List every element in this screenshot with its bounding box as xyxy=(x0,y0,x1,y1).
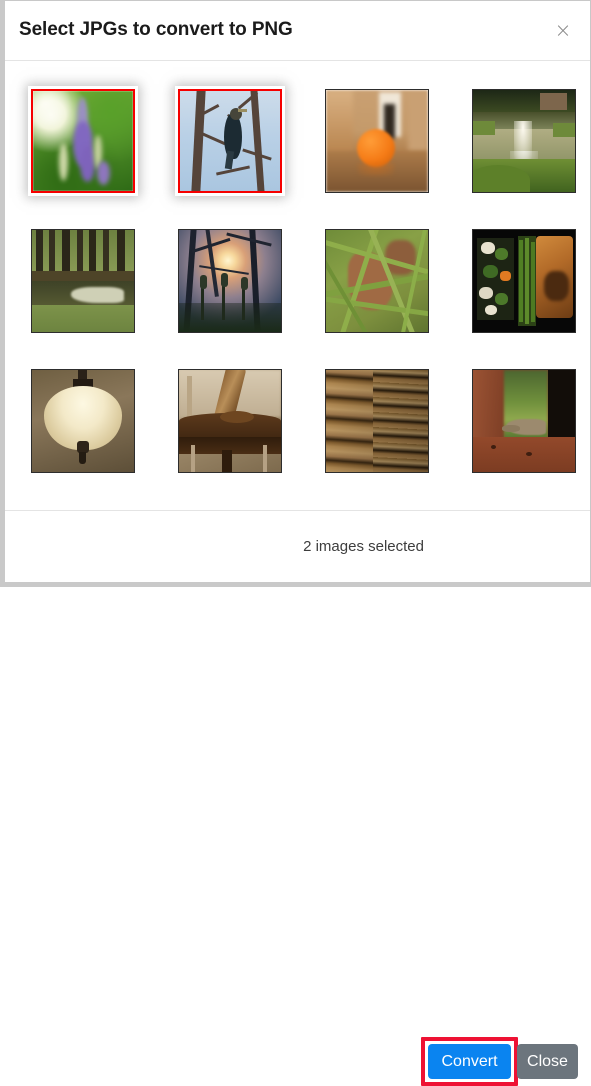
thumbnail-grid xyxy=(27,86,576,473)
thumbnail-item-7[interactable] xyxy=(325,229,429,333)
dialog-footer: 2 images selected Convert Close xyxy=(5,510,590,1086)
thumbnail-image-food xyxy=(473,230,575,332)
thumbnail-image-grass xyxy=(326,230,428,332)
thumbnail-image-sunset xyxy=(179,230,281,332)
thumbnail-item-4[interactable] xyxy=(472,89,576,193)
convert-button-highlight: Convert xyxy=(421,1037,518,1086)
thumbnail-image-fountain xyxy=(473,90,575,192)
thumbnail-item-8[interactable] xyxy=(472,229,576,333)
dialog-body xyxy=(5,61,590,510)
thumbnail-item-10[interactable] xyxy=(178,369,282,473)
dialog-header: Select JPGs to convert to PNG × xyxy=(5,1,590,61)
thumbnail-image-planks xyxy=(326,370,428,472)
thumbnail-item-11[interactable] xyxy=(325,369,429,473)
close-icon[interactable]: × xyxy=(548,15,578,45)
close-button[interactable]: Close xyxy=(517,1044,578,1079)
thumbnail-item-12[interactable] xyxy=(472,369,576,473)
thumbnail-item-2[interactable] xyxy=(175,86,285,196)
thumbnail-image-trees-puddle xyxy=(32,230,134,332)
thumbnail-image-lamp xyxy=(32,370,134,472)
thumbnail-image-orange xyxy=(326,90,428,192)
thumbnail-item-9[interactable] xyxy=(31,369,135,473)
thumbnail-image-flower xyxy=(33,91,133,191)
thumbnail-item-6[interactable] xyxy=(178,229,282,333)
thumbnail-image-lizard xyxy=(473,370,575,472)
thumbnail-item-3[interactable] xyxy=(325,89,429,193)
convert-button[interactable]: Convert xyxy=(428,1044,511,1079)
dialog-title: Select JPGs to convert to PNG xyxy=(19,19,293,40)
thumbnail-image-bird xyxy=(180,91,280,191)
thumbnail-image-chair xyxy=(179,370,281,472)
selected-count-label: 2 images selected xyxy=(303,538,424,555)
thumbnail-item-1[interactable] xyxy=(28,86,138,196)
thumbnail-item-5[interactable] xyxy=(31,229,135,333)
convert-dialog: Select JPGs to convert to PNG × 2 images… xyxy=(0,0,591,1086)
